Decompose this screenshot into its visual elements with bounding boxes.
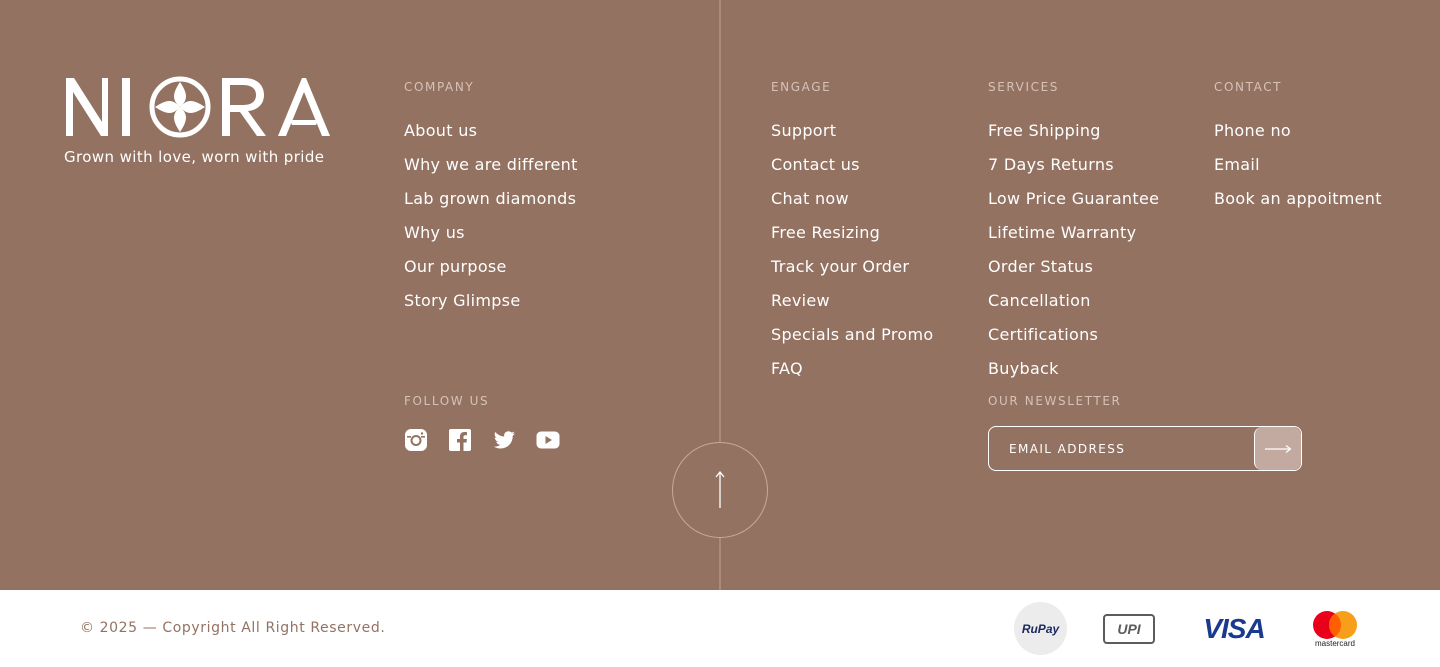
link-track-order[interactable]: Track your Order xyxy=(771,250,933,284)
engage-heading: ENGAGE xyxy=(771,80,832,94)
youtube-icon[interactable] xyxy=(536,428,560,452)
newsletter-block: OUR NEWSLETTER xyxy=(988,394,1302,471)
back-to-top-button[interactable] xyxy=(672,442,768,538)
follow-us-block: FOLLOW US xyxy=(404,394,560,452)
twitter-icon[interactable] xyxy=(492,428,516,452)
niora-logo[interactable] xyxy=(64,74,330,140)
link-chat-now[interactable]: Chat now xyxy=(771,182,933,216)
link-certifications[interactable]: Certifications xyxy=(988,318,1159,352)
follow-heading: FOLLOW US xyxy=(404,394,490,408)
contact-heading: CONTACT xyxy=(1214,80,1283,94)
mastercard-logo: mastercard xyxy=(1308,602,1362,655)
link-book-appointment[interactable]: Book an appoitment xyxy=(1214,182,1382,216)
upi-label: UPI xyxy=(1117,620,1141,637)
link-our-purpose[interactable]: Our purpose xyxy=(404,250,578,284)
brand-tagline: Grown with love, worn with pride xyxy=(64,148,325,166)
contact-links: Phone no Email Book an appoitment xyxy=(1214,114,1382,216)
link-cancellation[interactable]: Cancellation xyxy=(988,284,1159,318)
link-low-price-guarantee[interactable]: Low Price Guarantee xyxy=(988,182,1159,216)
company-links: About us Why we are different Lab grown … xyxy=(404,114,578,318)
company-heading: COMPANY xyxy=(404,80,475,94)
link-why-different[interactable]: Why we are different xyxy=(404,148,578,182)
link-free-shipping[interactable]: Free Shipping xyxy=(988,114,1159,148)
visa-label: VISA xyxy=(1203,612,1265,644)
link-lab-grown-diamonds[interactable]: Lab grown diamonds xyxy=(404,182,578,216)
mastercard-label: mastercard xyxy=(1314,638,1355,648)
link-support[interactable]: Support xyxy=(771,114,933,148)
link-specials-promo[interactable]: Specials and Promo xyxy=(771,318,933,352)
services-links: Free Shipping 7 Days Returns Low Price G… xyxy=(988,114,1159,386)
services-heading: SERVICES xyxy=(988,80,1060,94)
facebook-icon[interactable] xyxy=(448,428,472,452)
rupay-label: RuPay xyxy=(1021,621,1060,636)
link-review[interactable]: Review xyxy=(771,284,933,318)
footer-main: Grown with love, worn with pride COMPANY… xyxy=(0,0,1440,590)
brand-block: Grown with love, worn with pride xyxy=(64,74,330,166)
engage-links: Support Contact us Chat now Free Resizin… xyxy=(771,114,933,386)
newsletter-submit-button[interactable] xyxy=(1254,427,1301,470)
link-email[interactable]: Email xyxy=(1214,148,1382,182)
copyright-text: © 2025 — Copyright All Right Reserved. xyxy=(80,620,386,636)
link-buyback[interactable]: Buyback xyxy=(988,352,1159,386)
link-story-glimpse[interactable]: Story Glimpse xyxy=(404,284,578,318)
mastercard-circles xyxy=(1313,610,1357,639)
link-about-us[interactable]: About us xyxy=(404,114,578,148)
contact-column: CONTACT Phone no Email Book an appoitmen… xyxy=(1214,80,1382,216)
newsletter-email-input[interactable] xyxy=(989,427,1255,470)
bottom-bar: © 2025 — Copyright All Right Reserved. R… xyxy=(0,590,1440,667)
newsletter-form xyxy=(988,426,1302,471)
link-phone[interactable]: Phone no xyxy=(1214,114,1382,148)
upi-logo: UPI xyxy=(1103,602,1155,655)
engage-column: ENGAGE Support Contact us Chat now Free … xyxy=(771,80,933,386)
link-contact-us[interactable]: Contact us xyxy=(771,148,933,182)
link-free-resizing[interactable]: Free Resizing xyxy=(771,216,933,250)
instagram-icon[interactable] xyxy=(404,428,428,452)
link-why-us[interactable]: Why us xyxy=(404,216,578,250)
visa-logo: VISA xyxy=(1200,602,1268,655)
link-faq[interactable]: FAQ xyxy=(771,352,933,386)
newsletter-heading: OUR NEWSLETTER xyxy=(988,394,1122,408)
services-column: SERVICES Free Shipping 7 Days Returns Lo… xyxy=(988,80,1159,386)
arrow-up-icon xyxy=(715,470,725,508)
social-links xyxy=(404,428,560,452)
link-order-status[interactable]: Order Status xyxy=(988,250,1159,284)
link-lifetime-warranty[interactable]: Lifetime Warranty xyxy=(988,216,1159,250)
rupay-logo: RuPay xyxy=(1014,602,1067,655)
link-7-days-returns[interactable]: 7 Days Returns xyxy=(988,148,1159,182)
arrow-right-icon xyxy=(1265,444,1292,453)
company-column: COMPANY About us Why we are different La… xyxy=(404,80,578,318)
